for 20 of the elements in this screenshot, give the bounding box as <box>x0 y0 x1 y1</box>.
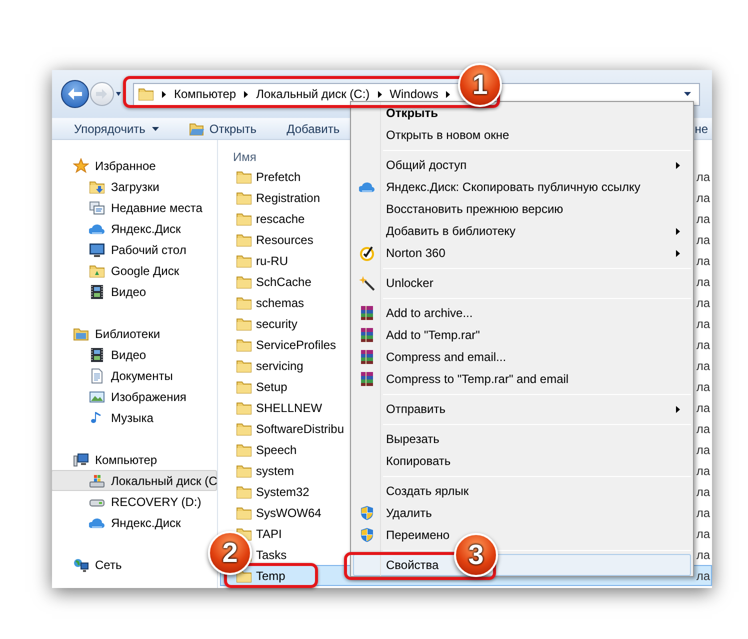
type-cell-text: ла <box>696 274 711 290</box>
type-cell-text: ла <box>696 210 711 228</box>
type-cell-text: ла <box>696 546 711 564</box>
type-cell-text: ла <box>696 252 711 270</box>
type-cell-text: ла <box>696 168 711 186</box>
type-cell-text: ла <box>696 378 711 396</box>
type-cell-text: ла <box>696 526 711 542</box>
type-cell-text: ла <box>696 358 711 374</box>
type-cell-text: ла <box>696 484 711 500</box>
type-cell-text: ла <box>696 504 711 522</box>
type-cell-text: ла <box>696 400 711 416</box>
type-cell-text: ла <box>696 294 711 312</box>
type-cell-text: ла <box>696 336 711 354</box>
type-cell-text: ла <box>696 420 711 438</box>
type-cell-text: ла <box>696 190 711 206</box>
type-cell-text: ла <box>696 462 711 480</box>
type-cell-text: ла <box>696 568 711 584</box>
type-cell-text: ла <box>696 232 711 248</box>
type-cell-text: ла <box>696 442 711 458</box>
type-cell-text: ла <box>696 316 711 332</box>
